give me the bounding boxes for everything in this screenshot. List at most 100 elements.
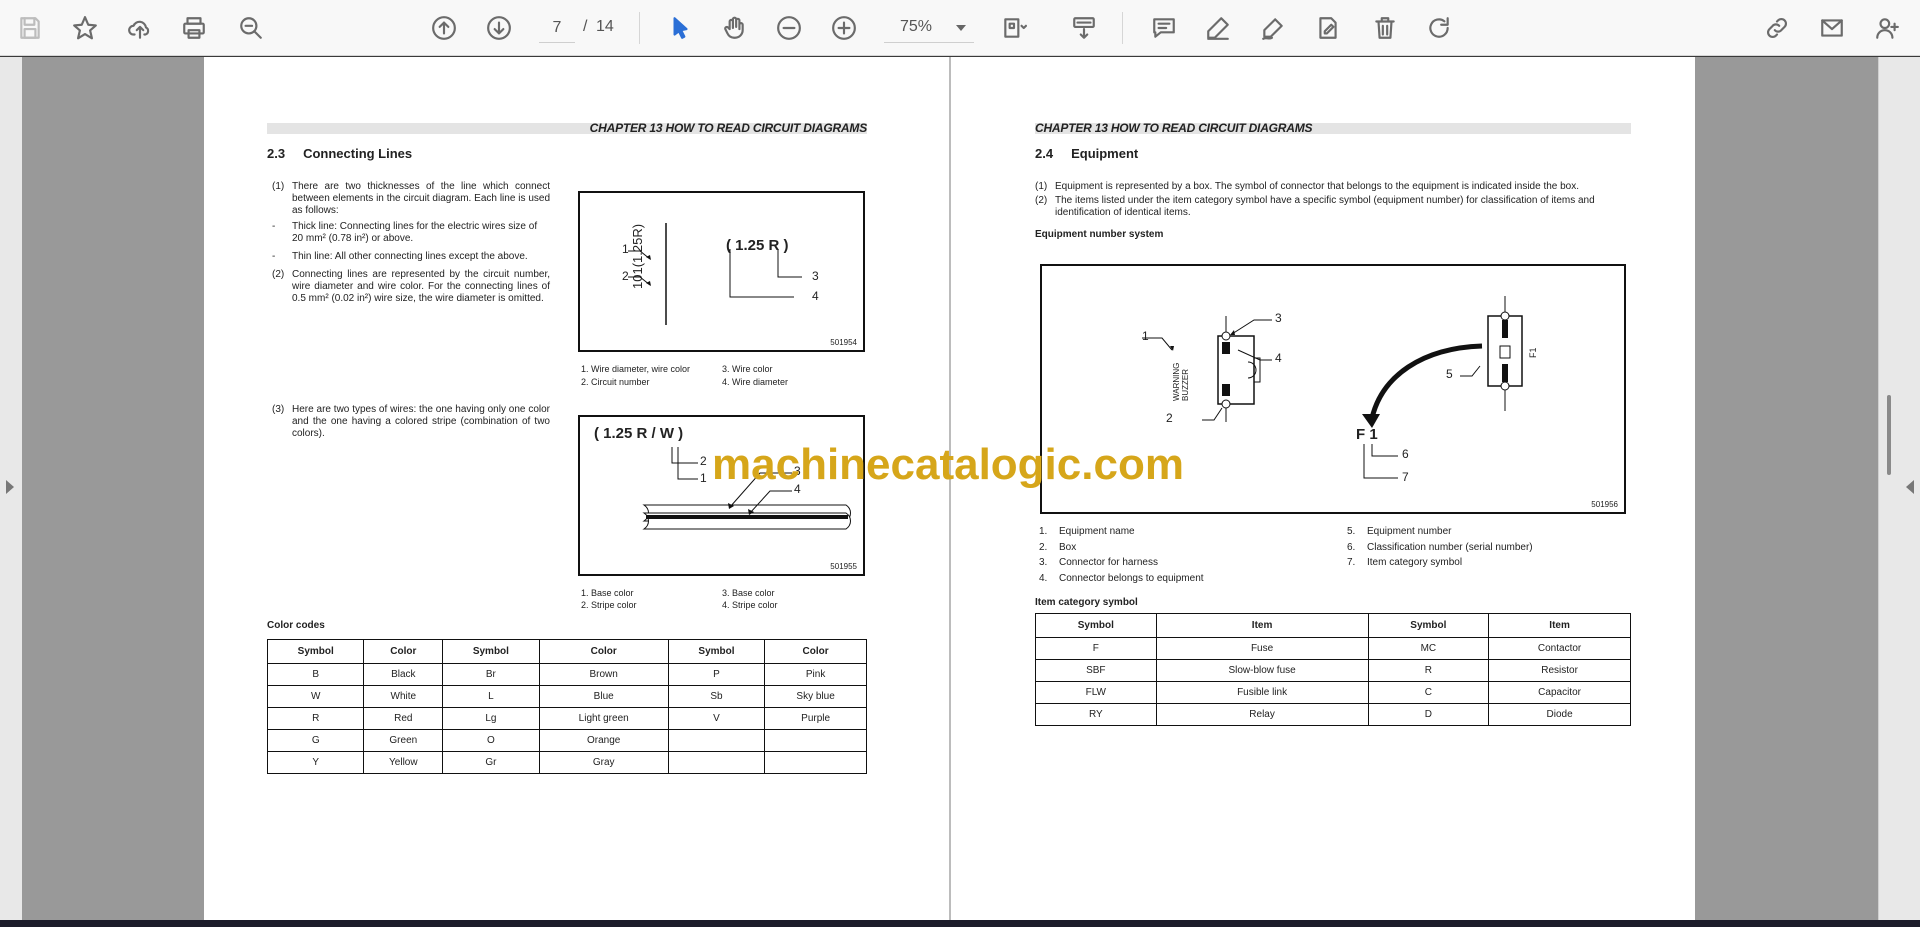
- list-marker: -: [272, 251, 276, 262]
- save-icon[interactable]: [12, 10, 48, 46]
- redo-rotate-icon[interactable]: [1421, 10, 1457, 46]
- zoom-search-icon[interactable]: [233, 10, 269, 46]
- table-cell: SBF: [1035, 659, 1157, 682]
- fig2-legend-4: 4. Stripe color: [722, 600, 778, 610]
- print-icon[interactable]: [176, 10, 212, 46]
- table-header-cell: Symbol: [442, 639, 540, 664]
- add-user-icon[interactable]: [1869, 10, 1905, 46]
- bookmark-star-icon[interactable]: [67, 10, 103, 46]
- table-cell: Capacitor: [1488, 681, 1631, 704]
- keyboard-scroll-icon[interactable]: [1066, 10, 1102, 46]
- page-margin-left: [22, 57, 204, 920]
- section-heading: 2.3 Connecting Lines: [267, 146, 412, 161]
- select-cursor-icon[interactable]: [662, 10, 698, 46]
- list-marker: (2): [1035, 195, 1048, 206]
- table-cell: Brown: [538, 663, 669, 686]
- callout-2: 2: [700, 454, 707, 468]
- paragraph-text: Connecting lines are represented by the …: [292, 269, 550, 304]
- table-cell: Sky blue: [764, 685, 867, 708]
- table-row: B Black Br Brown P Pink: [266, 663, 867, 686]
- zoom-select[interactable]: 75%: [884, 13, 974, 43]
- page-fit-icon[interactable]: [996, 10, 1032, 46]
- draw-sign-icon[interactable]: [1255, 10, 1291, 46]
- toolbar: / 14 75%: [0, 0, 1920, 56]
- callout-4: 4: [812, 289, 819, 303]
- table-header-cell: Symbol: [667, 639, 766, 664]
- table-row: RY Relay D Diode: [1035, 703, 1631, 726]
- list-marker: (1): [1035, 181, 1048, 192]
- paragraph-3: (3) Here are two types of wires: the one…: [272, 404, 552, 444]
- table-cell: Gray: [538, 751, 669, 774]
- chapter-header: CHAPTER 13 HOW TO READ CIRCUIT DIAGRAMS: [267, 122, 867, 134]
- table-cell: RY: [1035, 703, 1157, 726]
- paragraph-2: (2) The items listed under the item cate…: [1035, 195, 1635, 221]
- hand-tool-icon[interactable]: [716, 10, 752, 46]
- table-cell: Lg: [442, 707, 540, 730]
- equipment-number-title: Equipment number system: [1035, 229, 1164, 240]
- legend-number: 4.: [1039, 572, 1048, 584]
- paragraph-1b: - Thin line: All other connecting lines …: [272, 251, 552, 265]
- list-marker: -: [272, 221, 276, 232]
- table-cell: V: [667, 707, 766, 730]
- delete-trash-icon[interactable]: [1367, 10, 1403, 46]
- table-row: F Fuse MC Contactor: [1035, 637, 1631, 660]
- expand-right-panel-icon[interactable]: [1906, 480, 1914, 494]
- vertical-scrollbar[interactable]: [1887, 395, 1891, 475]
- table-cell: O: [442, 729, 540, 752]
- edit-document-icon[interactable]: [1310, 10, 1346, 46]
- callout-3: 3: [1275, 311, 1282, 325]
- table-cell: C: [1367, 681, 1490, 704]
- table-cell: F: [1035, 637, 1157, 660]
- fuse-label: F1: [1528, 347, 1538, 358]
- table-cell: B: [266, 663, 365, 686]
- callout-2: 2: [622, 269, 629, 283]
- table-cell: Resistor: [1488, 659, 1631, 682]
- highlight-pen-icon[interactable]: [1200, 10, 1236, 46]
- callout-1: 1: [622, 242, 629, 256]
- table-cell: P: [667, 663, 766, 686]
- figure-code: 501954: [830, 338, 857, 347]
- item-category-title: Item category symbol: [1035, 597, 1138, 608]
- page-slash: /: [583, 18, 588, 35]
- email-envelope-icon[interactable]: [1814, 10, 1850, 46]
- table-header-cell: Item: [1155, 613, 1369, 638]
- callout-2: 2: [1166, 411, 1173, 425]
- paragraph-text: There are two thicknesses of the line wh…: [292, 181, 550, 216]
- wire-spec-text: ( 1.25 R / W ): [594, 425, 684, 442]
- table-cell: Slow-blow fuse: [1155, 659, 1369, 682]
- table-row: SBF Slow-blow fuse R Resistor: [1035, 659, 1631, 682]
- color-codes-table: Symbol Color Symbol Color Symbol Color B Black B…: [266, 639, 867, 774]
- table-cell: MC: [1367, 637, 1490, 660]
- section-number: 2.4: [1035, 146, 1054, 161]
- legend-number: 5.: [1347, 526, 1356, 537]
- cloud-upload-icon[interactable]: [122, 10, 158, 46]
- fig1-legend-3: 3. Wire color: [722, 364, 773, 374]
- list-marker: (1): [272, 181, 285, 192]
- share-link-icon[interactable]: [1759, 10, 1795, 46]
- table-cell: R: [1367, 659, 1490, 682]
- legend-text: Connector belongs to equipment: [1059, 572, 1204, 584]
- list-marker: (3): [272, 404, 285, 415]
- table-header-cell: Item: [1488, 613, 1631, 638]
- taskbar-strip: [0, 920, 1920, 927]
- wire-spec-text: ( 1.25 R ): [726, 237, 789, 254]
- page-number-input[interactable]: [539, 13, 575, 43]
- prev-page-icon[interactable]: [426, 10, 462, 46]
- table-cell: Light green: [538, 707, 669, 730]
- color-codes-title: Color codes: [267, 620, 325, 631]
- section-number: 2.3: [267, 146, 286, 161]
- zoom-in-icon[interactable]: [826, 10, 862, 46]
- callout-5: 5: [1446, 367, 1453, 381]
- table-cell: [667, 751, 766, 774]
- table-cell: Purple: [764, 707, 867, 730]
- comment-icon[interactable]: [1146, 10, 1182, 46]
- zoom-value: 75%: [900, 18, 933, 35]
- zoom-out-icon[interactable]: [771, 10, 807, 46]
- warning-buzzer-label: WARNING BUZZER: [1172, 362, 1190, 401]
- next-page-icon[interactable]: [481, 10, 517, 46]
- table-header-cell: Symbol: [1035, 613, 1157, 638]
- chevron-down-icon: [956, 25, 966, 31]
- figure-code: 501955: [830, 562, 857, 571]
- paragraph-1: (1) There are two thicknesses of the lin…: [272, 181, 552, 221]
- expand-left-panel-icon[interactable]: [6, 480, 14, 494]
